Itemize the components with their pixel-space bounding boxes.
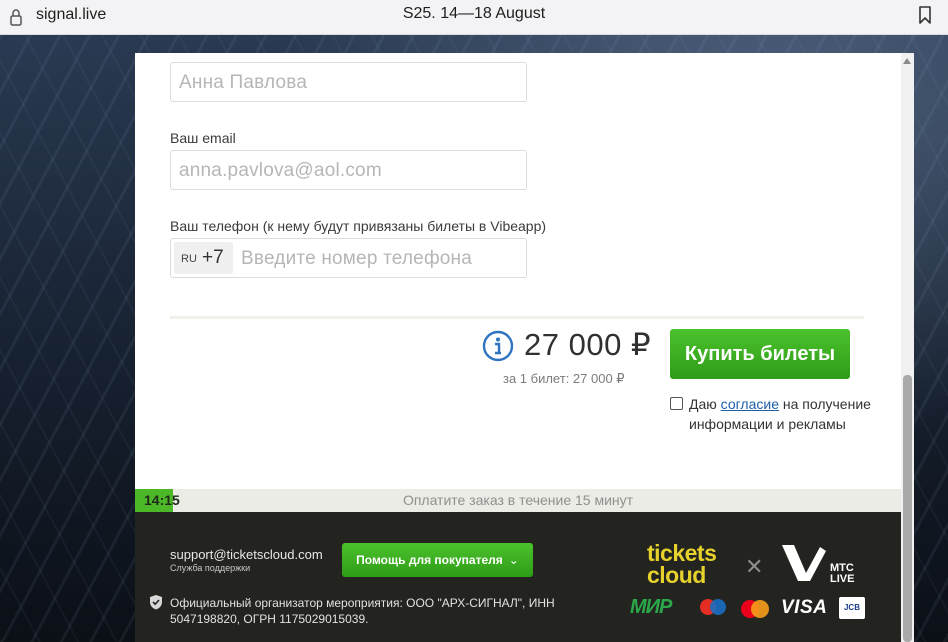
payment-timer-bar: Оплатите заказ в течение 15 минут 14:15: [135, 489, 901, 512]
page-tab-title: S25. 14—18 August: [402, 5, 546, 22]
phone-field-placeholder: Введите номер телефона: [241, 248, 473, 269]
consent-link[interactable]: согласие: [721, 396, 779, 412]
timer-countdown: 14:15: [144, 492, 180, 508]
consent-text: Даю согласие на получение информации и р…: [689, 394, 879, 434]
mts-live-logo-icon: [782, 545, 826, 581]
mts-live-logo-text: МТС LIVE: [830, 562, 855, 585]
consent-prefix: Даю: [689, 396, 721, 412]
name-field[interactable]: Анна Павлова: [170, 62, 527, 102]
shield-icon: [150, 595, 162, 610]
email-label: Ваш email: [170, 130, 236, 146]
section-divider: [170, 316, 864, 319]
buyer-help-button[interactable]: Помощь для покупателя ⌄: [342, 543, 533, 577]
mir-payment-logo: МИР: [630, 596, 672, 618]
scrollbar-thumb[interactable]: [903, 375, 912, 642]
consent-checkbox[interactable]: [670, 397, 683, 410]
footer: support@ticketscloud.com Служба поддержк…: [135, 512, 901, 642]
phone-dial-code: +7: [202, 247, 224, 268]
tickets-cloud-logo: tickets cloud: [647, 540, 717, 588]
phone-country-code: RU: [181, 253, 197, 265]
support-email[interactable]: support@ticketscloud.com: [170, 547, 323, 562]
organizer-info: Официальный организатор мероприятия: ООО…: [170, 596, 555, 626]
price-per-ticket: за 1 билет: 27 000 ₽: [503, 371, 625, 386]
checkout-form-card: Анна Павлова Ваш email anna.pavlova@aol.…: [135, 53, 901, 489]
maestro-logo-icon: [700, 599, 726, 615]
buy-tickets-button[interactable]: Купить билеты: [670, 329, 850, 379]
order-total: 27 000 ₽: [524, 327, 652, 362]
bookmark-icon[interactable]: [918, 6, 932, 24]
browser-url-bar: signal.live S25. 14—18 August: [0, 0, 948, 35]
chevron-down-icon: ⌄: [508, 553, 519, 567]
timer-message: Оплатите заказ в течение 15 минут: [402, 492, 634, 508]
email-field-placeholder: anna.pavlova@aol.com: [179, 160, 382, 181]
buyer-help-label: Помощь для покупателя: [356, 553, 503, 567]
phone-field[interactable]: RU +7 Введите номер телефона: [170, 238, 527, 278]
support-label: Служба поддержки: [170, 563, 251, 573]
mastercard-logo-icon: [741, 600, 769, 618]
info-icon[interactable]: [482, 330, 514, 362]
email-field[interactable]: anna.pavlova@aol.com: [170, 150, 527, 190]
scroll-up-arrow-icon[interactable]: [903, 58, 911, 64]
name-field-placeholder: Анна Павлова: [179, 72, 308, 93]
phone-label: Ваш телефон (к нему будут привязаны биле…: [170, 218, 547, 234]
phone-country-prefix[interactable]: RU +7: [174, 242, 233, 274]
jcb-logo: JCB: [839, 597, 865, 619]
visa-logo: VISA: [781, 597, 828, 618]
times-icon: ✕: [745, 554, 764, 579]
